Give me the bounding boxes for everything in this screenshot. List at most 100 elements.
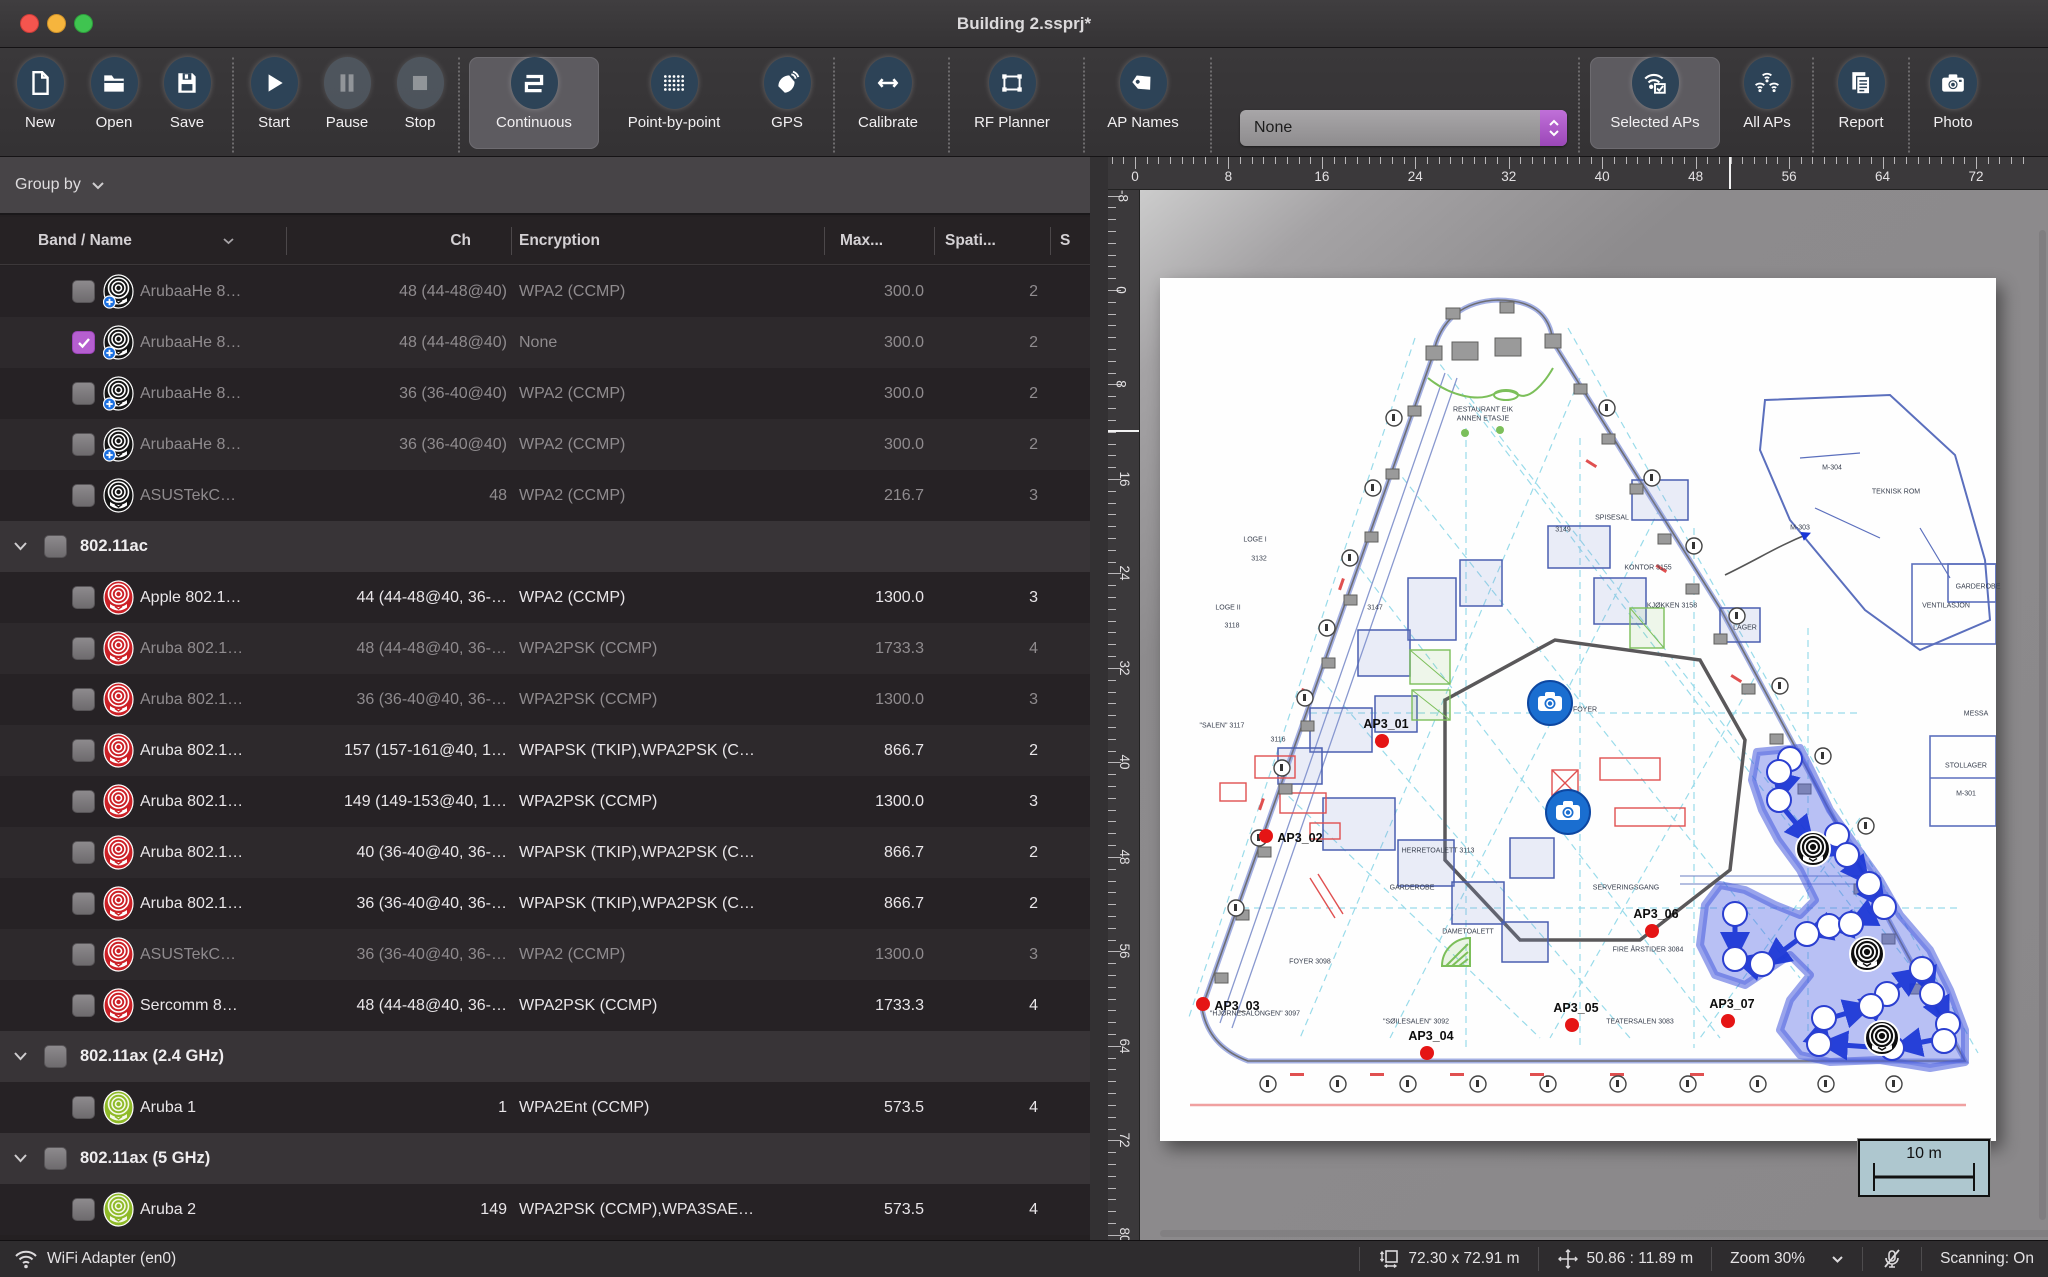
ap-marker-dot[interactable] [1721,1014,1735,1028]
ap-marker-dot[interactable] [1259,829,1273,843]
column-header-encryption[interactable]: Encryption [519,217,600,265]
network-checkbox[interactable] [72,994,95,1017]
adapter-label: WiFi Adapter (en0) [47,1250,176,1268]
ap-marker-dot[interactable] [1375,734,1389,748]
survey-point[interactable] [1920,982,1944,1006]
network-checkbox[interactable] [72,892,95,915]
survey-point[interactable] [1859,994,1883,1018]
column-header-spatial[interactable]: Spati... [945,217,996,265]
network-row[interactable]: Aruba 802.1… 36 (36-40@40, 36-… WPAPSK (… [0,878,1090,929]
sound-toggle[interactable] [1863,1241,1921,1277]
ap-marker-dot[interactable] [1645,924,1659,938]
survey-point[interactable] [1835,843,1859,867]
ruler-v-label: 16 [1117,471,1132,486]
group-row[interactable]: 802.11ax (2.4 GHz) [0,1031,1090,1082]
network-checkbox[interactable] [72,688,95,711]
group-checkbox[interactable] [44,1045,67,1068]
network-checkbox[interactable] [72,586,95,609]
chevron-down-icon[interactable] [13,1153,28,1163]
wifi-icon [14,1249,38,1269]
survey-point[interactable] [1812,1006,1836,1030]
network-row[interactable]: ArubaaHe 8… 48 (44-48@40) WPA2 (CCMP) 30… [0,266,1090,317]
stop-button[interactable]: Stop [355,57,485,149]
network-checkbox[interactable] [72,637,95,660]
title-bar: Building 2.ssprj* [0,0,2048,48]
network-row[interactable]: Aruba 1 1 WPA2Ent (CCMP) 573.5 4 [0,1082,1090,1133]
column-header-band-name[interactable]: Band / Name [38,217,235,265]
measured-ap-icon[interactable] [1796,832,1830,866]
vertical-ruler: -808162432404856647280 [1108,190,1140,1240]
survey-point[interactable] [1839,912,1863,936]
network-row[interactable]: Sercomm 8… 48 (44-48@40, 36-… WPA2PSK (C… [0,980,1090,1031]
chevron-down-icon[interactable] [13,541,28,551]
network-spatial-streams: 3 [934,470,1038,521]
ap-marker-dot[interactable] [1420,1046,1434,1060]
group-checkbox[interactable] [44,535,67,558]
network-row[interactable]: Aruba 802.1… 40 (36-40@40, 36-… WPAPSK (… [0,827,1090,878]
measured-ap-icon[interactable] [1850,937,1884,971]
network-checkbox[interactable] [72,1198,95,1221]
group-row[interactable]: 802.11ac [0,521,1090,572]
survey-point[interactable] [1807,1032,1831,1056]
calibrate-button[interactable]: Calibrate [823,57,953,149]
rf-planner-button[interactable]: RF Planner [947,57,1077,149]
visualization-select[interactable]: None [1240,110,1567,146]
network-row[interactable]: Aruba 802.1… 48 (44-48@40, 36-… WPA2PSK … [0,623,1090,674]
group-row[interactable]: 802.11ax (5 GHz) [0,1133,1090,1184]
network-checkbox[interactable] [72,484,95,507]
column-header-s[interactable]: S [1060,217,1070,265]
survey-point[interactable] [1817,914,1841,938]
network-checkbox[interactable] [72,790,95,813]
ap-marker-dot[interactable] [1565,1018,1579,1032]
network-checkbox[interactable] [72,433,95,456]
network-row[interactable]: Aruba 802.1… 36 (36-40@40, 36-… WPA2PSK … [0,674,1090,725]
network-row[interactable]: ArubaaHe 8… 48 (44-48@40) None 300.0 2 [0,317,1090,368]
group-by-control[interactable]: Group by [0,157,1090,215]
survey-point[interactable] [1872,895,1896,919]
network-checkbox[interactable] [72,943,95,966]
survey-point[interactable] [1723,902,1747,926]
survey-point[interactable] [1932,1029,1956,1053]
network-checkbox[interactable] [72,1096,95,1119]
column-header-max-rate[interactable]: Max... [840,217,883,265]
photo-marker-icon[interactable] [1546,790,1590,834]
network-checkbox[interactable] [72,382,95,405]
network-row[interactable]: ArubaaHe 8… 36 (36-40@40) WPA2 (CCMP) 30… [0,419,1090,470]
save-icon [174,70,200,96]
measured-ap-icon[interactable] [1865,1021,1899,1055]
zoom-control[interactable]: Zoom 30% [1712,1241,1862,1277]
floor-plan-view[interactable]: RESTAURANT EIKANNEN ETASJE3147LOGE I3132… [1140,190,2048,1240]
survey-point[interactable] [1750,952,1774,976]
network-checkbox[interactable] [72,739,95,762]
network-checkbox[interactable] [72,331,95,354]
network-max-rate: 1733.3 [824,623,924,674]
network-checkbox[interactable] [72,280,95,303]
group-checkbox[interactable] [44,1147,67,1170]
survey-point[interactable] [1857,872,1881,896]
survey-point[interactable] [1767,788,1791,812]
photo-marker-icon[interactable] [1528,681,1572,725]
selected-aps-button[interactable]: Selected APs [1590,57,1720,149]
network-row[interactable]: ArubaaHe 8… 36 (36-40@40) WPA2 (CCMP) 30… [0,368,1090,419]
survey-point[interactable] [1767,760,1791,784]
network-checkbox[interactable] [72,841,95,864]
network-row[interactable]: Aruba 802.1… 157 (157-161@40, 1… WPAPSK … [0,725,1090,776]
network-row[interactable]: Aruba 2 149 WPA2PSK (CCMP),WPA3SAE… 573.… [0,1184,1090,1235]
ap-marker-dot[interactable] [1196,997,1210,1011]
continuous-button[interactable]: Continuous [469,57,599,149]
survey-point[interactable] [1795,922,1819,946]
chevron-down-icon[interactable] [13,1051,28,1061]
survey-point[interactable] [1723,947,1747,971]
horizontal-scrollbar[interactable] [1160,1230,2048,1237]
network-row[interactable]: Aruba 802.1… 149 (149-153@40, 1… WPA2PSK… [0,776,1090,827]
visualization-stepper[interactable] [1540,110,1567,146]
column-header-channel[interactable]: Ch [286,217,471,265]
point-by-point-button[interactable]: Point-by-point [609,57,739,149]
ap-names-button[interactable]: AP Names [1078,57,1208,149]
vertical-scrollbar[interactable] [2039,230,2046,1220]
survey-point[interactable] [1910,957,1934,981]
network-row[interactable]: ASUSTekC… 36 (36-40@40, 36-… WPA2 (CCMP)… [0,929,1090,980]
network-row[interactable]: Apple 802.1… 44 (44-48@40, 36-… WPA2 (CC… [0,572,1090,623]
network-row[interactable]: ASUSTekC… 48 WPA2 (CCMP) 216.7 3 [0,470,1090,521]
ruler-cursor-marker [1108,430,1140,432]
